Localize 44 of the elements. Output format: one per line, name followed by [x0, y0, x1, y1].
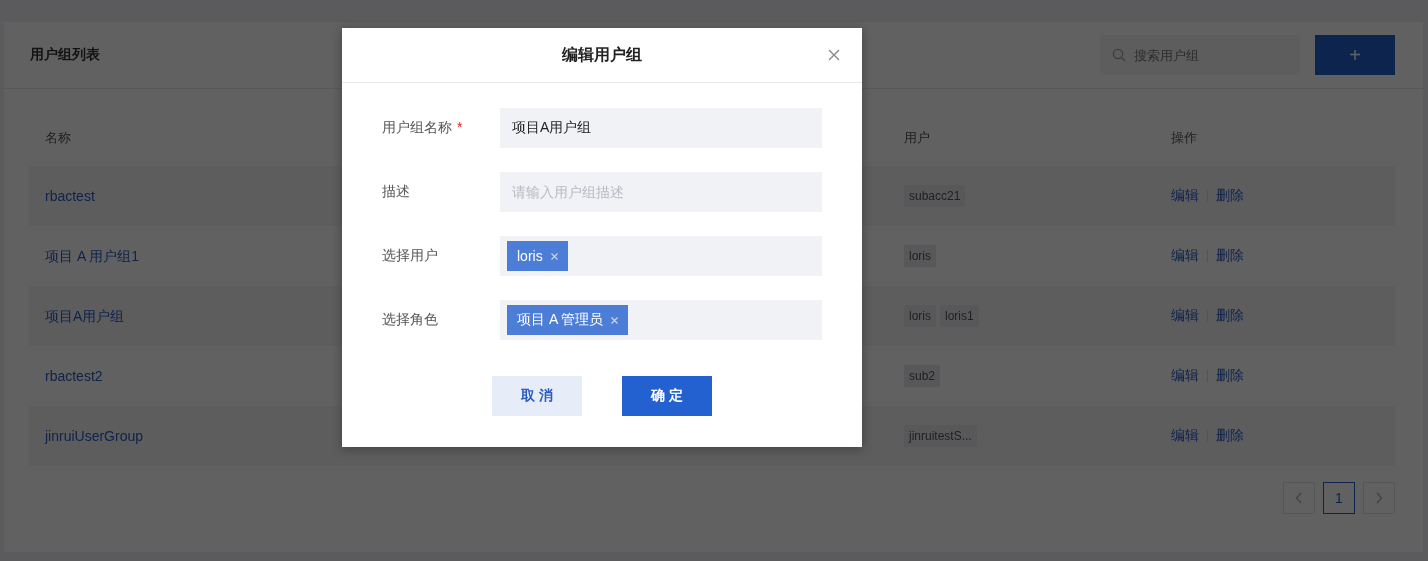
delete-link[interactable]: 删除 — [1216, 427, 1244, 445]
user-tag: sub2 — [904, 365, 941, 387]
column-header: 操作 — [1171, 129, 1198, 147]
column-header: 用户 — [904, 129, 931, 147]
remove-icon[interactable] — [611, 316, 619, 324]
search-icon — [1112, 48, 1126, 62]
user-tag: jinruitestS... — [904, 425, 977, 447]
user-tag: loris1 — [940, 305, 979, 327]
page-title: 用户组列表 — [30, 46, 100, 64]
delete-link[interactable]: 删除 — [1216, 307, 1244, 325]
edit-link[interactable]: 编辑 — [1171, 187, 1199, 205]
group-name-link[interactable]: rbactest2 — [45, 368, 103, 384]
field-label: 选择角色 — [382, 311, 438, 327]
edit-link[interactable]: 编辑 — [1171, 247, 1199, 265]
delete-link[interactable]: 删除 — [1216, 187, 1244, 205]
group-name-link[interactable]: 项目 A 用户组1 — [45, 247, 140, 264]
field-label: 选择用户 — [382, 247, 438, 263]
input-field[interactable]: 项目A用户组 — [500, 108, 822, 148]
cancel-button[interactable]: 取 消 — [492, 376, 582, 416]
user-tag: subacc21 — [904, 185, 966, 207]
edit-link[interactable]: 编辑 — [1171, 427, 1199, 445]
delete-link[interactable]: 删除 — [1216, 247, 1244, 265]
select-field[interactable]: 项目 A 管理员 — [500, 300, 822, 340]
confirm-button[interactable]: 确 定 — [622, 376, 712, 416]
remove-icon[interactable] — [550, 252, 558, 260]
group-name-link[interactable]: 项目A用户组 — [45, 307, 125, 324]
tag-label: 项目 A 管理员 — [517, 311, 604, 329]
delete-link[interactable]: 删除 — [1216, 367, 1244, 385]
tag-label: loris — [517, 248, 543, 264]
group-name-link[interactable]: rbactest — [45, 188, 95, 204]
column-header: 名称 — [45, 129, 72, 147]
add-button[interactable]: + — [1315, 35, 1395, 75]
edit-link[interactable]: 编辑 — [1171, 307, 1199, 325]
page-button[interactable]: 1 — [1323, 482, 1355, 514]
field-label: 描述 — [382, 183, 410, 199]
select-field[interactable]: loris — [500, 236, 822, 276]
chevron-left-icon — [1295, 492, 1303, 504]
edit-link[interactable]: 编辑 — [1171, 367, 1199, 385]
required-mark: * — [457, 119, 463, 135]
dialog-title: 编辑用户组 — [562, 44, 642, 65]
group-name-link[interactable]: jinruiUserGroup — [45, 428, 144, 444]
field-label: 用户组名称 — [382, 119, 452, 135]
chevron-right-icon — [1375, 492, 1383, 504]
close-button[interactable] — [828, 49, 840, 61]
